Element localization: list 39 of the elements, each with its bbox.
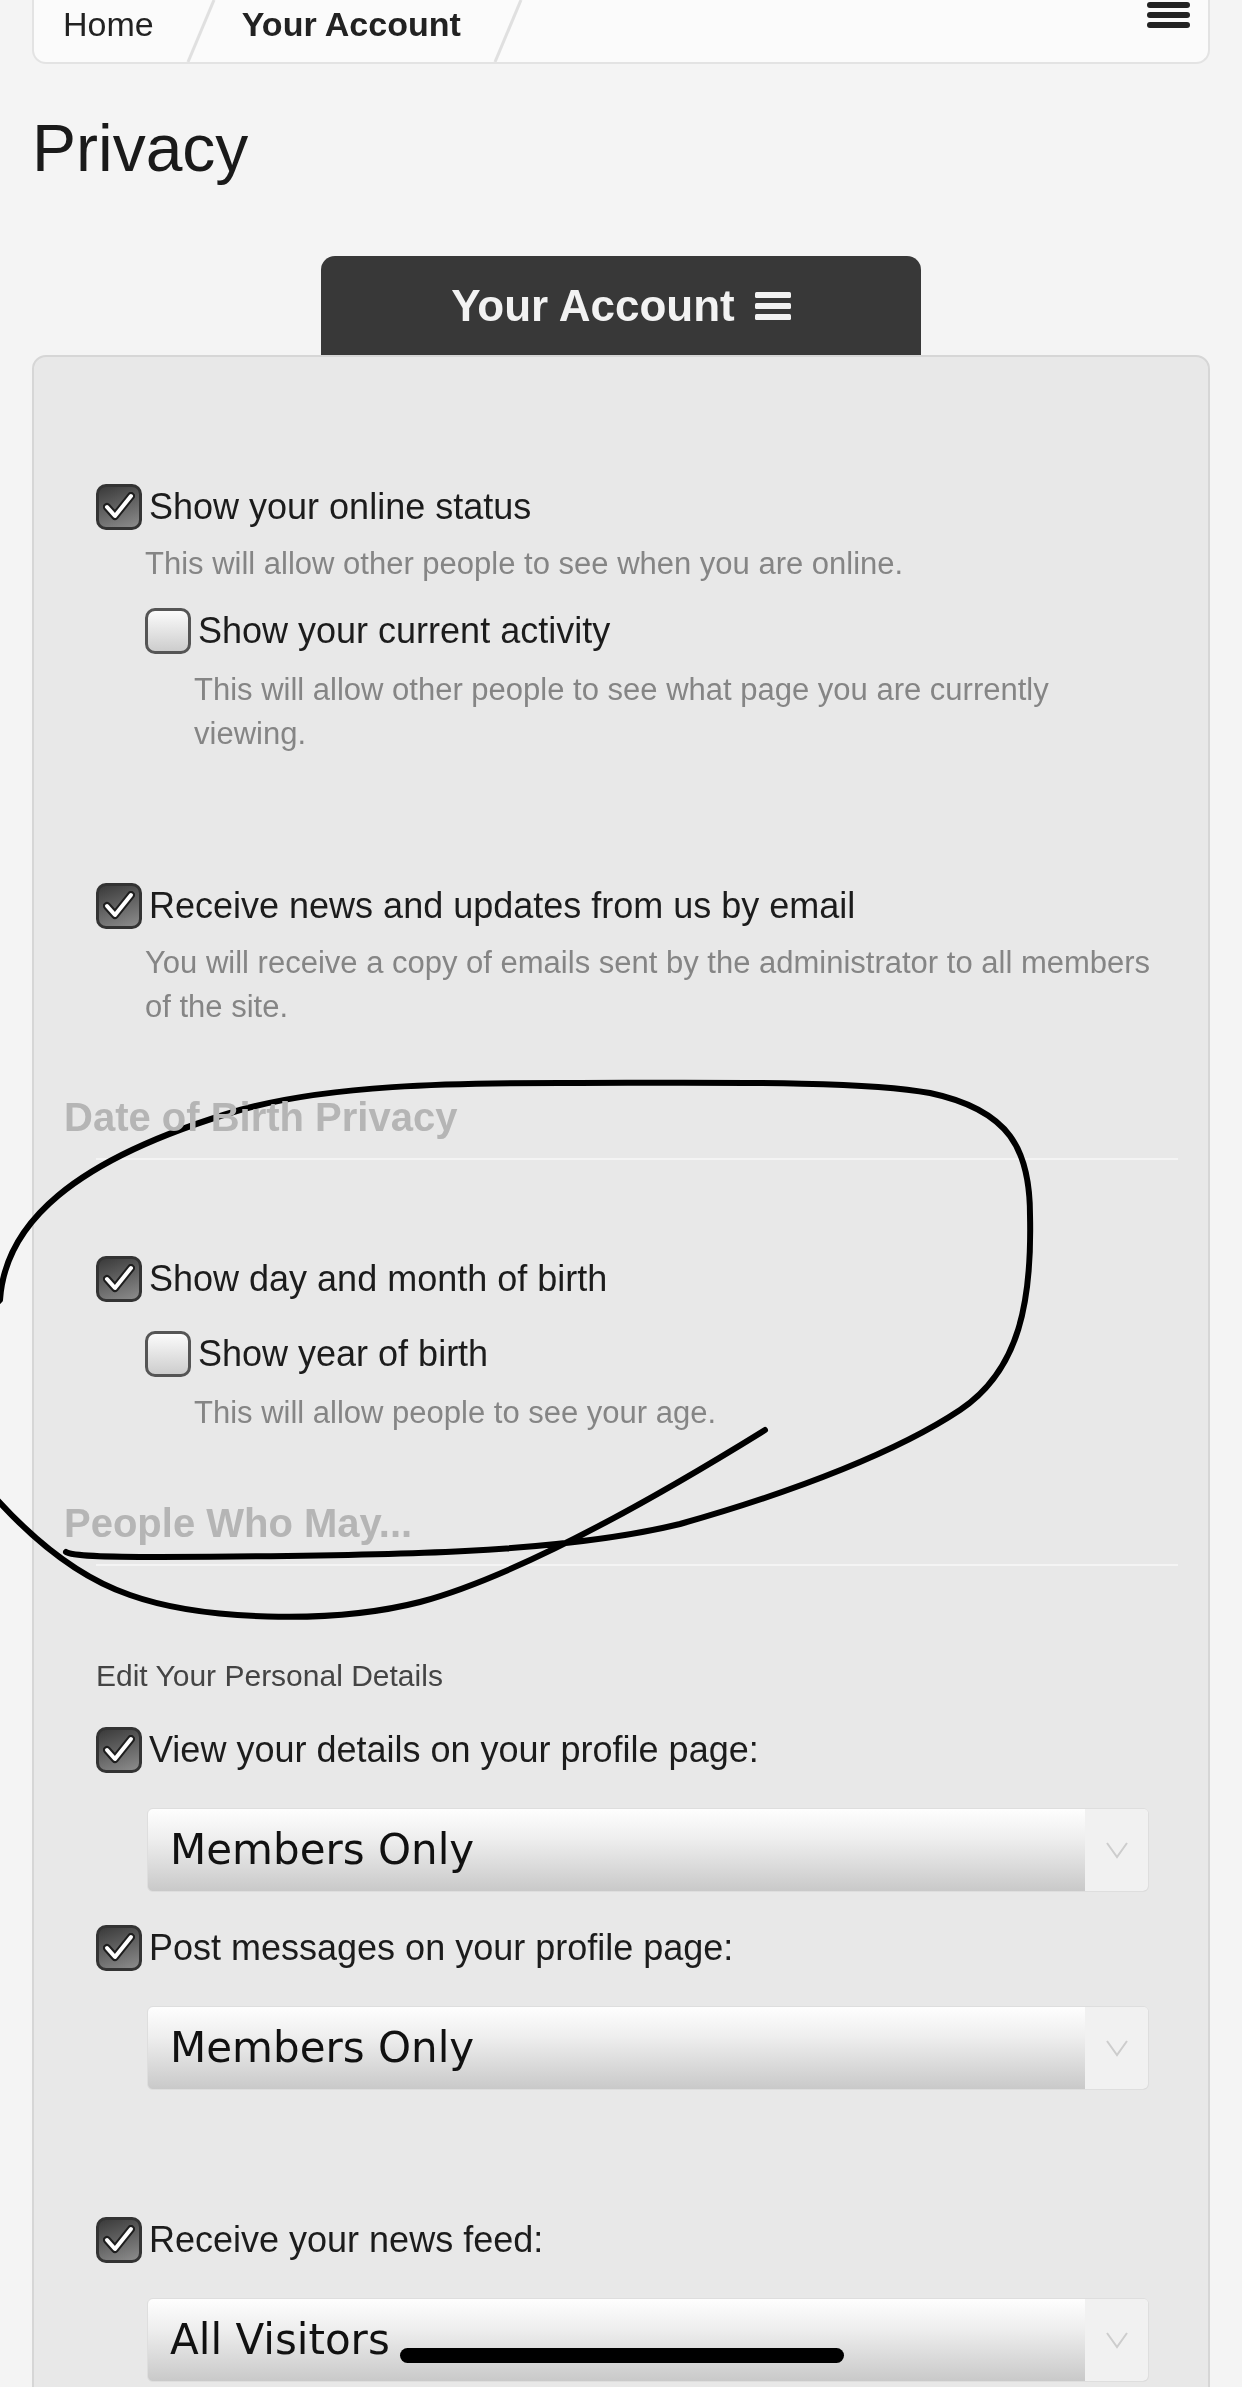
checkbox-label: Show your online status (149, 485, 532, 529)
checkmark-icon (103, 1933, 135, 1963)
option-description: This will allow other people to see what page you are currently viewing. (194, 671, 1050, 753)
checkbox-label: Show day and month of birth (149, 1257, 608, 1301)
chevron-down-icon (1104, 2331, 1129, 2349)
checkbox-label: Show your current activity (198, 609, 611, 653)
breadcrumb-link[interactable]: Home (63, 0, 154, 44)
checkbox[interactable] (96, 1727, 142, 1773)
menu-icon (754, 290, 791, 321)
account-menu-tab[interactable]: Your Account (321, 256, 921, 355)
checkbox[interactable] (96, 1925, 142, 1971)
select-field[interactable]: Members Only (147, 1808, 1149, 1892)
select-field[interactable]: Members Only (147, 2006, 1149, 2090)
checkmark-icon (103, 1735, 135, 1765)
checkmark-icon (103, 492, 135, 522)
checkbox[interactable] (96, 484, 142, 530)
group-caption: Edit Your Personal Details (96, 1658, 444, 1694)
chevron-down-icon (1104, 2039, 1129, 2057)
checkbox-label: View your details on your profile page: (149, 1728, 759, 1772)
checkbox-label: Post messages on your profile page: (149, 1926, 734, 1970)
option-description: This will allow people to see your age. (194, 1394, 718, 1432)
checkmark-icon (103, 1264, 135, 1294)
page-title: Privacy (32, 110, 250, 187)
checkbox-label: Receive news and updates from us by email (149, 884, 856, 928)
breadcrumb-link[interactable]: Your Account (241, 0, 461, 44)
checkbox-label: Show year of birth (198, 1332, 489, 1376)
checkbox-label: Receive your news feed: (149, 2218, 544, 2262)
menu-icon[interactable] (1147, 2, 1190, 28)
chevron-down-icon (1104, 1841, 1129, 1859)
option-description: You will receive a copy of emails sent by the administrator to all members of the site. (145, 944, 1152, 1026)
checkbox[interactable] (96, 1256, 142, 1302)
checkmark-icon (103, 2225, 135, 2255)
checkbox[interactable] (96, 883, 142, 929)
option-description: This will allow other people to see when you are online. (145, 545, 905, 583)
select-field[interactable]: All Visitors (147, 2298, 1149, 2382)
checkbox[interactable] (145, 608, 191, 654)
checkmark-icon (103, 891, 135, 921)
checkbox[interactable] (145, 1331, 191, 1377)
checkbox[interactable] (96, 2217, 142, 2263)
